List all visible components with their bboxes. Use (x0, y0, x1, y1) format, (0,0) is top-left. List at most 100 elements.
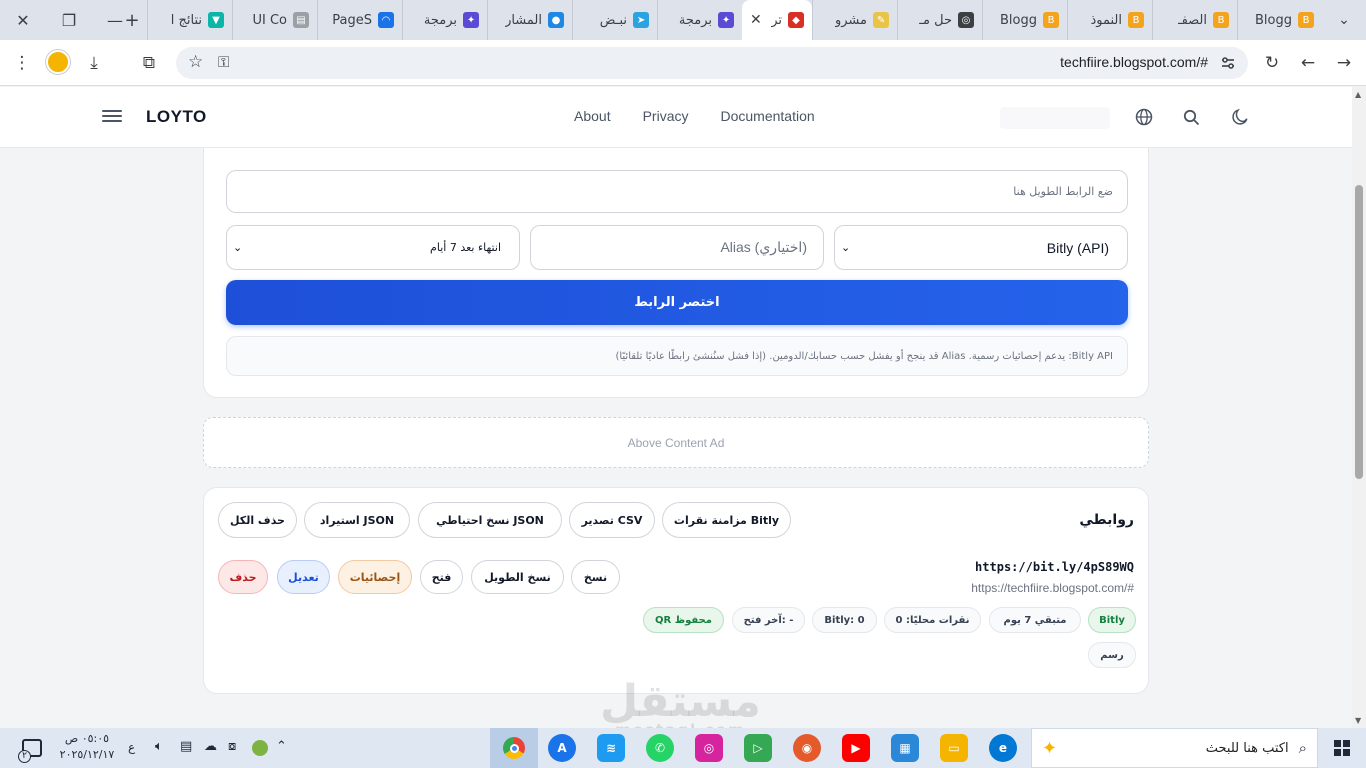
hamburger-menu-icon[interactable] (102, 107, 122, 127)
provider-select[interactable]: ⌄ Bitly (API) (834, 225, 1128, 270)
browser-tab[interactable]: ◆ تر ✕ (742, 0, 812, 40)
expiry-value: انتهاء بعد 7 أيام (430, 241, 501, 254)
browser-tab[interactable]: ✎ مشرو (812, 0, 897, 40)
messenger-app-icon[interactable]: ≋ (597, 734, 625, 762)
scroll-down-icon[interactable]: ▼ (1355, 716, 1361, 725)
tray-app-icon[interactable] (252, 740, 268, 756)
site-info-icon[interactable] (1218, 53, 1238, 73)
nav-privacy[interactable]: Privacy (643, 108, 689, 124)
chart-badge[interactable]: رسم (1088, 642, 1136, 668)
nav-about[interactable]: About (574, 108, 611, 124)
page-scrollbar[interactable]: ▲ ▼ (1352, 87, 1366, 728)
clock-time: ٠٥:٠٥ ص (64, 732, 110, 745)
browser-tab[interactable]: B النموذ (1067, 0, 1152, 40)
forward-icon[interactable]: → (1333, 52, 1355, 74)
instagram-icon[interactable]: ◎ (695, 734, 723, 762)
browser-tab[interactable]: B Blogg (982, 0, 1067, 40)
tab-label: حل مـ (919, 12, 952, 28)
scrollbar-thumb[interactable] (1355, 185, 1363, 479)
alias-input[interactable]: Alias (اختياري) (530, 225, 824, 270)
window-controls: ✕ ❐ — (0, 0, 138, 40)
search-icon: ⌕ (1298, 739, 1307, 757)
bitly-clicks-badge: Bitly: 0 (812, 607, 877, 633)
language-indicator[interactable]: ع (128, 740, 135, 754)
edge-icon[interactable]: e (989, 734, 1017, 762)
copy-long-button[interactable]: نسخ الطويل (471, 560, 564, 594)
above-content-ad: Above Content Ad (203, 417, 1149, 468)
browser-tab[interactable]: B Blogg (1237, 0, 1322, 40)
import-json-button[interactable]: استيراد JSON (304, 502, 410, 538)
qr-saved-badge[interactable]: QR محفوظ (643, 607, 724, 633)
shorten-button[interactable]: اختصر الرابط (226, 280, 1128, 325)
tab-label: نتائج ا (170, 12, 202, 28)
long-url-input[interactable]: ضع الرابط الطويل هنا (226, 170, 1128, 213)
globe-icon[interactable] (1133, 106, 1155, 128)
delete-all-button[interactable]: حذف الكل (218, 502, 297, 538)
play-store-icon[interactable]: ▷ (744, 734, 772, 762)
tabs-container: B Blogg B الصفـ B النموذ B Blogg ◎ حل مـ ✎ مشرو ◆ تر ✕… (147, 0, 1322, 40)
stats-button[interactable]: إحصائيات (338, 560, 412, 594)
browser-tab[interactable]: ▤ UI Co (232, 0, 317, 40)
file-explorer-icon[interactable]: ▭ (940, 734, 968, 762)
tab-favicon-icon: ✦ (463, 12, 479, 28)
address-bar[interactable]: ☆ ⚿ techfiire.blogspot.com/# (176, 47, 1248, 79)
expiry-select[interactable]: ⌄ انتهاء بعد 7 أيام (226, 225, 520, 270)
bookmark-star-icon[interactable]: ☆ (188, 52, 203, 72)
sync-bitly-clicks-button[interactable]: مزامنة نقرات Bitly (662, 502, 791, 538)
dark-mode-moon-icon[interactable] (1229, 106, 1251, 128)
open-button[interactable]: فتح (420, 560, 463, 594)
reload-icon[interactable]: ↻ (1261, 52, 1283, 74)
browser-tab[interactable]: ● المشار (487, 0, 572, 40)
url-text[interactable]: techfiire.blogspot.com/# (1060, 54, 1208, 70)
browser-tab[interactable]: ➤ نبـض (572, 0, 657, 40)
start-button[interactable] (1318, 728, 1366, 768)
site-logo[interactable]: LOYTO (146, 107, 207, 127)
notification-count: ٢ (18, 750, 31, 763)
nav-documentation[interactable]: Documentation (721, 108, 815, 124)
youtube-icon[interactable]: ▶ (842, 734, 870, 762)
taskbar-search[interactable]: ✦ اكتب هنا للبحث ⌕ (1031, 728, 1318, 768)
shortener-card: ضع الرابط الطويل هنا ⌄ Bitly (API) Alias… (203, 117, 1149, 398)
search-icon[interactable] (1180, 106, 1202, 128)
export-csv-button[interactable]: تصدير CSV (569, 502, 655, 538)
back-icon[interactable]: ← (1297, 52, 1319, 74)
short-url[interactable]: https://bit.ly/4pS89WQ (975, 560, 1134, 574)
taskbar-clock[interactable]: ٠٥:٠٥ ص ٢٠٢٥/١٢/١٧ (52, 731, 122, 763)
restore-window-icon[interactable]: ❐ (46, 0, 92, 40)
whatsapp-icon[interactable]: ✆ (646, 734, 674, 762)
browser-menu-icon[interactable]: ⋮ (11, 52, 33, 74)
show-hidden-icons-chevron-icon[interactable]: ⌃ (276, 739, 287, 754)
edit-button[interactable]: تعديل (277, 560, 330, 594)
close-tab-icon[interactable]: ✕ (750, 12, 762, 28)
meet-now-icon[interactable]: ⧇ (228, 739, 236, 754)
delete-button[interactable]: حذف (218, 560, 268, 594)
store-icon[interactable]: ▦ (891, 734, 919, 762)
tab-search-icon[interactable]: ⌄ (1322, 0, 1366, 40)
onedrive-icon[interactable]: ☁ (204, 739, 217, 754)
browser-tab[interactable]: ✦ برمجة (402, 0, 487, 40)
profile-avatar[interactable] (46, 50, 70, 74)
copilot-sparkle-icon[interactable]: ✦ (1042, 738, 1057, 759)
password-key-icon[interactable]: ⚿ (218, 53, 229, 71)
close-window-icon[interactable]: ✕ (0, 0, 46, 40)
backup-json-button[interactable]: نسخ احتياطي JSON (418, 502, 562, 538)
vpn-app-icon[interactable]: A (548, 734, 576, 762)
extensions-icon[interactable]: ⧉ (138, 52, 160, 74)
browser-tab[interactable]: B الصفـ (1152, 0, 1237, 40)
browser-tab[interactable]: ▼ نتائج ا (147, 0, 232, 40)
volume-icon[interactable]: 🔈︎ (155, 739, 163, 754)
tab-favicon-icon: ✎ (873, 12, 889, 28)
browser-tab[interactable]: ✦ برمجة (657, 0, 742, 40)
network-icon[interactable]: ▤ (180, 739, 192, 754)
copy-button[interactable]: نسخ (571, 560, 620, 594)
browser-tab[interactable]: ◎ حل مـ (897, 0, 982, 40)
chrome-taskbar-button[interactable] (490, 728, 538, 768)
tab-label: برمجة (678, 12, 712, 28)
photos-icon[interactable]: ◉ (793, 734, 821, 762)
download-icon[interactable]: ⤓ (83, 52, 105, 74)
scroll-up-icon[interactable]: ▲ (1355, 90, 1361, 99)
tab-label: الصفـ (1177, 12, 1207, 28)
minimize-window-icon[interactable]: — (92, 0, 138, 40)
browser-tab[interactable]: ◠ PageS (317, 0, 402, 40)
clock-date: ٢٠٢٥/١٢/١٧ (59, 748, 115, 761)
